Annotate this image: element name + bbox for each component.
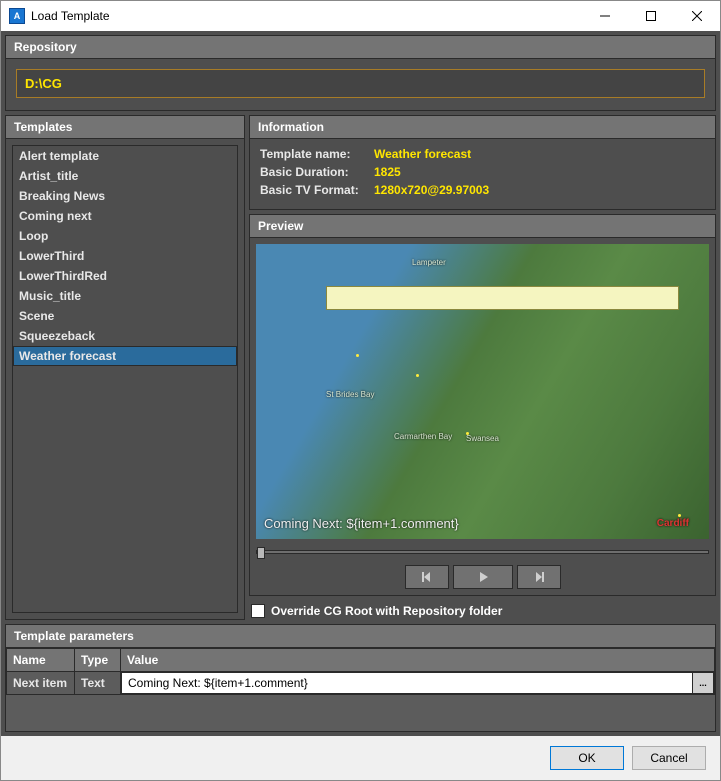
template-item[interactable]: Weather forecast [13,346,237,366]
override-label: Override CG Root with Repository folder [271,604,502,618]
info-value: 1280x720@29.97003 [374,183,489,197]
param-browse-button[interactable]: ... [692,672,714,694]
repository-panel: Repository D:\CG [5,35,716,111]
parameters-table: Name Type Value Next itemText... [6,648,715,695]
step-forward-button[interactable] [517,565,561,589]
repository-header: Repository [6,36,715,59]
override-checkbox[interactable] [251,604,265,618]
close-button[interactable] [674,1,720,31]
param-type: Text [75,672,121,695]
preview-header: Preview [250,215,715,238]
template-item[interactable]: Loop [13,226,237,246]
param-value-input[interactable] [121,672,692,694]
template-item[interactable]: Music_title [13,286,237,306]
info-label: Template name: [260,147,374,161]
templates-header: Templates [6,116,244,139]
template-item[interactable]: Scene [13,306,237,326]
preview-overlay-text: Coming Next: ${item+1.comment} [264,516,459,531]
info-label: Basic TV Format: [260,183,374,197]
parameters-col-value[interactable]: Value [121,649,715,672]
app-icon: A [9,8,25,24]
template-item[interactable]: Squeezeback [13,326,237,346]
window-title: Load Template [31,9,582,23]
param-name: Next item [7,672,75,695]
templates-list[interactable]: Alert templateArtist_titleBreaking NewsC… [12,145,238,613]
information-header: Information [250,116,715,139]
preview-image: St Brides Bay Carmarthen Bay Cardiff Swa… [256,244,709,539]
preview-panel: Preview St Brides Bay Carmarthen Bay Car… [249,214,716,596]
ok-button[interactable]: OK [550,746,624,770]
step-back-button[interactable] [405,565,449,589]
template-item[interactable]: Breaking News [13,186,237,206]
titlebar: A Load Template [1,1,720,31]
info-value: Weather forecast [374,147,471,161]
cancel-button[interactable]: Cancel [632,746,706,770]
preview-scrubber[interactable] [256,545,709,559]
template-item[interactable]: Artist_title [13,166,237,186]
template-item[interactable]: LowerThirdRed [13,266,237,286]
info-label: Basic Duration: [260,165,374,179]
templates-panel: Templates Alert templateArtist_titleBrea… [5,115,245,620]
play-button[interactable] [453,565,513,589]
parameters-col-name[interactable]: Name [7,649,75,672]
minimize-button[interactable] [582,1,628,31]
template-item[interactable]: Alert template [13,146,237,166]
dialog-footer: OK Cancel [1,736,720,780]
load-template-dialog: A Load Template Repository D:\CG Templat… [0,0,721,781]
table-row: Next itemText... [7,672,715,695]
template-parameters-panel: Template parameters Name Type Value Next… [5,624,716,732]
information-panel: Information Template name:Weather foreca… [249,115,716,210]
template-item[interactable]: Coming next [13,206,237,226]
repository-path-field[interactable]: D:\CG [16,69,705,98]
parameters-col-type[interactable]: Type [75,649,121,672]
template-parameters-header: Template parameters [6,625,715,648]
maximize-button[interactable] [628,1,674,31]
template-item[interactable]: LowerThird [13,246,237,266]
info-value: 1825 [374,165,401,179]
